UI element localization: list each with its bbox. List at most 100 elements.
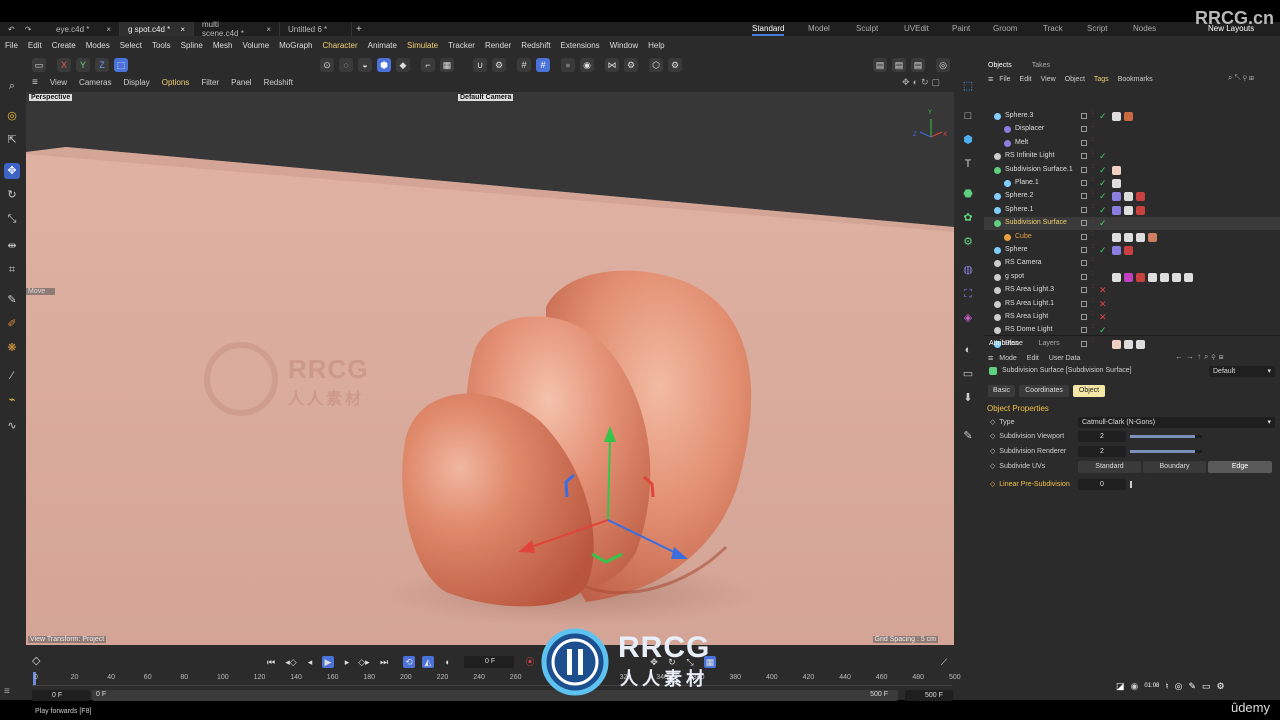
tag-icon[interactable] xyxy=(1136,205,1145,215)
tag-icon[interactable] xyxy=(1112,165,1121,175)
paint-tool-icon[interactable]: ✐ xyxy=(4,316,20,332)
tag-icon[interactable] xyxy=(1124,339,1133,349)
close-icon[interactable]: × xyxy=(266,25,271,34)
particles-icon[interactable]: ❋ xyxy=(4,340,20,356)
keyframe-icon[interactable]: ◇ xyxy=(32,654,40,667)
texture-mode-icon[interactable]: ▦ xyxy=(440,58,454,72)
subdivision-renderer-field[interactable]: 2 xyxy=(1078,446,1126,457)
solo-settings-icon[interactable]: ◉ xyxy=(580,58,594,72)
viewport-menu-display[interactable]: Display xyxy=(124,78,150,87)
next-frame-icon[interactable]: ▸ xyxy=(341,656,353,668)
move-tool-icon[interactable]: ✥ xyxy=(4,163,20,179)
menu-extensions[interactable]: Extensions xyxy=(556,41,605,50)
layer-dots[interactable]: : xyxy=(1092,324,1094,330)
grid-snap-icon[interactable]: # xyxy=(517,58,531,72)
close-icon[interactable]: × xyxy=(180,25,185,34)
tab-takes[interactable]: Takes xyxy=(1032,62,1050,69)
menu-file[interactable]: File xyxy=(0,41,23,50)
objects-menu-object[interactable]: Object xyxy=(1065,76,1085,83)
menu-tracker[interactable]: Tracker xyxy=(443,41,480,50)
menu-mograph[interactable]: MoGraph xyxy=(274,41,317,50)
workplane-icon[interactable]: # xyxy=(536,58,550,72)
go-to-start-icon[interactable]: ⏮ xyxy=(265,656,277,668)
coordinate-system-button[interactable]: ⬚ xyxy=(114,58,128,72)
layer-dots[interactable]: : xyxy=(1092,311,1094,317)
tag-icon[interactable] xyxy=(1160,272,1169,282)
volume-icon[interactable]: ◈ xyxy=(960,310,976,326)
subtab-basic[interactable]: Basic xyxy=(988,385,1015,397)
rotate-tool-icon[interactable]: ↻ xyxy=(4,187,20,203)
tag-icon[interactable] xyxy=(1124,112,1133,121)
menu-help[interactable]: Help xyxy=(643,41,669,50)
object-row[interactable]: Melt: xyxy=(984,137,1280,150)
tag-icon[interactable] xyxy=(1124,205,1133,215)
menu-select[interactable]: Select xyxy=(115,41,147,50)
doc-tab-eye[interactable]: eye.c4d * × xyxy=(48,22,120,36)
visibility-toggle[interactable] xyxy=(1081,220,1087,227)
menu-modes[interactable]: Modes xyxy=(81,41,115,50)
menu-window[interactable]: Window xyxy=(605,41,643,50)
objects-menu-tags[interactable]: Tags xyxy=(1094,76,1109,83)
visibility-toggle[interactable] xyxy=(1081,139,1087,146)
webcam-icon[interactable]: ◎ xyxy=(1175,681,1183,692)
scale-tool-icon[interactable]: ⤡ xyxy=(4,211,20,227)
layout-sculpt[interactable]: Sculpt xyxy=(856,22,878,36)
record-icon[interactable]: ◉ xyxy=(1131,681,1139,692)
layer-dots[interactable]: : xyxy=(1092,257,1094,263)
menu-edit[interactable]: Edit xyxy=(1027,355,1039,362)
tag-icon[interactable] xyxy=(1112,246,1121,255)
layout-uvedit[interactable]: UVEdit xyxy=(904,22,929,36)
doc-tab-untitled[interactable]: Untitled 6 * xyxy=(280,22,352,36)
tag-icon[interactable] xyxy=(1136,339,1145,349)
tag-icon[interactable] xyxy=(1124,232,1133,242)
range-bar[interactable]: 0 F 500 F xyxy=(92,690,898,701)
visibility-toggle[interactable] xyxy=(1081,166,1087,173)
menu-animate[interactable]: Animate xyxy=(363,41,402,50)
snap-magnet-icon[interactable]: ∪ xyxy=(473,58,487,72)
menu-spline[interactable]: Spline xyxy=(176,41,208,50)
hamburger-icon[interactable]: ≡ xyxy=(988,353,993,363)
tag-icon[interactable] xyxy=(1112,232,1121,242)
menu-character[interactable]: Character xyxy=(318,41,363,50)
search-icon[interactable]: ⌕ xyxy=(4,78,20,94)
enabled-check-icon[interactable]: ✓ xyxy=(1099,205,1107,216)
menu-render[interactable]: Render xyxy=(480,41,516,50)
layer-dots[interactable]: : xyxy=(1092,284,1094,290)
visibility-toggle[interactable] xyxy=(1081,153,1087,160)
loop-icon[interactable]: ⟲ xyxy=(403,656,415,668)
tag-icon[interactable] xyxy=(1112,179,1121,188)
enabled-check-icon[interactable]: ✓ xyxy=(1099,111,1107,122)
tab-layers[interactable]: Layers xyxy=(1039,340,1060,347)
timeline-graph-icon[interactable]: ⟋ xyxy=(938,656,950,668)
viewport-menu-redshift[interactable]: Redshift xyxy=(264,78,293,87)
object-row[interactable]: Subdivision Surface: ✓ xyxy=(984,217,1280,231)
field-icon[interactable]: ◍ xyxy=(960,262,976,278)
layer-dots[interactable]: : xyxy=(1092,110,1094,116)
menu-edit[interactable]: Edit xyxy=(23,41,47,50)
visibility-toggle[interactable] xyxy=(1081,247,1087,253)
enabled-check-icon[interactable]: ✓ xyxy=(1099,245,1107,256)
next-key-icon[interactable]: ◇▸ xyxy=(358,656,370,668)
select-tool-icon[interactable]: ⇱ xyxy=(4,132,20,148)
add-tab-icon[interactable]: + xyxy=(356,24,362,35)
symmetry-settings-icon[interactable]: ⚙ xyxy=(624,58,638,72)
curve-tool-icon[interactable]: ∿ xyxy=(4,418,20,434)
visibility-toggle[interactable] xyxy=(1081,233,1087,240)
gear-icon[interactable]: ⚙ xyxy=(1217,681,1225,692)
slider-handle[interactable] xyxy=(1130,481,1132,488)
object-row[interactable]: RS Area Light: ✕ xyxy=(984,311,1280,324)
visibility-toggle[interactable] xyxy=(1081,273,1087,280)
prev-frame-icon[interactable]: ◂ xyxy=(304,656,316,668)
render-view-icon[interactable]: ⬡ xyxy=(649,58,663,72)
microphone-icon[interactable]: ♮ xyxy=(1165,681,1168,692)
menu-simulate[interactable]: Simulate xyxy=(402,41,443,50)
layer-dots[interactable]: : xyxy=(1092,137,1094,143)
redo-icon[interactable]: ↷ xyxy=(25,25,32,34)
undo-icon[interactable]: ↶ xyxy=(8,25,15,34)
undo-redo[interactable]: ↶ ↷ xyxy=(0,22,48,36)
tag-icon[interactable] xyxy=(1136,192,1145,202)
layout-track[interactable]: Track xyxy=(1043,22,1063,36)
viewport-menu-cameras[interactable]: Cameras xyxy=(79,78,111,87)
redshift-ipr-icon[interactable]: ◎ xyxy=(936,58,950,72)
start-frame-field[interactable]: 0 F xyxy=(32,690,90,701)
